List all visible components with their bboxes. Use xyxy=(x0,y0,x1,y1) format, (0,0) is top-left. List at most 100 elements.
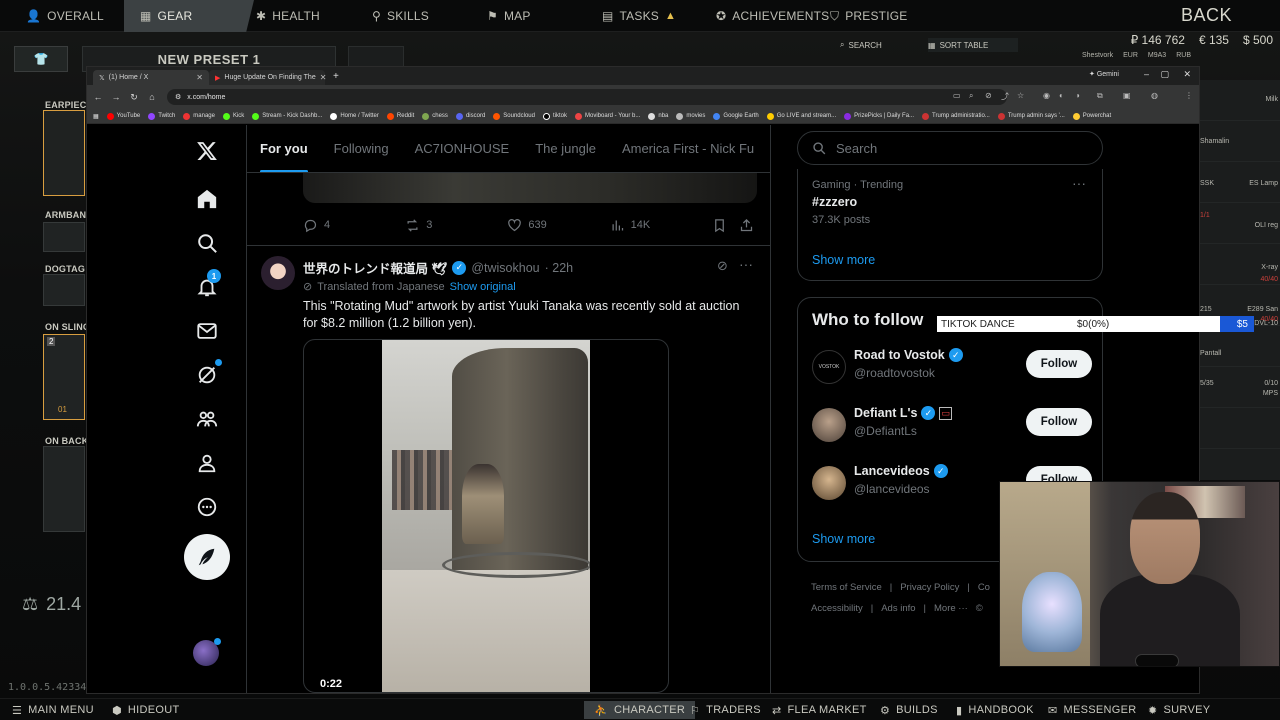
bookmark-google-earth[interactable]: Google Earth xyxy=(713,112,759,120)
avatar[interactable] xyxy=(812,408,846,442)
slot-sling[interactable]: 2 01 xyxy=(43,334,85,420)
bookmark-go-live[interactable]: Go LIVE and stream... xyxy=(766,112,836,120)
preset-toggle-button[interactable]: 👕 xyxy=(14,46,68,72)
close-window-icon[interactable]: ✕ xyxy=(1183,69,1191,80)
close-tab-icon[interactable]: ✕ xyxy=(196,73,203,82)
profile-icon[interactable] xyxy=(185,441,229,485)
bookmark-manage[interactable]: manage xyxy=(183,112,215,120)
eye-off-icon[interactable]: ⊘ xyxy=(985,91,992,100)
x-logo-icon[interactable] xyxy=(185,129,229,173)
bookmark-discord[interactable]: discord xyxy=(455,112,485,120)
zoom-icon[interactable]: ⌕ xyxy=(969,91,973,101)
tab-skills[interactable]: ⚲ SKILLS xyxy=(372,0,429,32)
extension-icon[interactable]: ◉ xyxy=(1043,91,1050,100)
reply-button[interactable]: 4 xyxy=(303,218,405,233)
like-button[interactable]: 639 xyxy=(507,218,609,233)
slot-back[interactable] xyxy=(43,446,85,532)
trends-show-more-link[interactable]: Show more xyxy=(812,253,875,267)
tab-map[interactable]: ⚑ MAP xyxy=(487,0,531,32)
kebab-menu-icon[interactable]: ⋮ xyxy=(1185,91,1193,100)
bookmark-twitch[interactable]: Twitch xyxy=(148,112,175,120)
account-avatar[interactable] xyxy=(193,638,221,666)
gemini-button[interactable]: ✦ Gemini xyxy=(1089,70,1119,78)
grok-explain-icon[interactable]: ⊘ xyxy=(717,258,728,274)
tweet[interactable]: 世界のトレンド報道局 🕊 ✓ @twisokhou · 22h ⊘ ··· ⊘ … xyxy=(247,245,770,693)
extension-icon[interactable]: ◑ xyxy=(1075,91,1080,100)
tweet-author-name[interactable]: 世界のトレンド報道局 🕊 xyxy=(303,258,447,277)
tab-gear[interactable]: ▦ GEAR xyxy=(124,0,254,32)
bookmark-nba[interactable]: nba xyxy=(648,112,668,120)
back-button[interactable]: BACK xyxy=(1181,5,1232,26)
forward-arrow-icon[interactable]: → xyxy=(107,92,125,102)
bookmark-powerchat[interactable]: Powerchat xyxy=(1072,112,1111,120)
grok-icon[interactable] xyxy=(185,353,229,397)
avatar[interactable] xyxy=(812,466,846,500)
tweet-avatar[interactable] xyxy=(261,256,295,290)
sidebar-icon[interactable]: ▣ xyxy=(1123,91,1131,100)
address-bar[interactable]: ⚙ x.com/home xyxy=(167,89,1007,105)
bookmark-trump-admin-1[interactable]: Trump administratio... xyxy=(922,112,990,120)
back-arrow-icon[interactable]: ← xyxy=(89,92,107,102)
share-button[interactable] xyxy=(739,218,759,233)
bookmark-kick[interactable]: Kick xyxy=(222,112,244,120)
tab-health[interactable]: ✱ HEALTH xyxy=(256,0,320,32)
survey-button[interactable]: ✹ SURVEY xyxy=(1148,701,1210,719)
tab-achievements[interactable]: ✪ ACHIEVEMENTS xyxy=(716,0,829,32)
tweet-video[interactable]: 0:22 xyxy=(303,339,669,693)
stash-grid[interactable]: Milk Shamalin SSK ES Lamp 1/1 OLI reg X-… xyxy=(1198,80,1280,480)
bookmark-movies[interactable]: movies xyxy=(676,112,705,120)
tab-ac7ionhouse[interactable]: AC7IONHOUSE xyxy=(402,125,523,172)
slot-armband[interactable] xyxy=(43,222,85,252)
maximize-icon[interactable]: ▢ xyxy=(1160,69,1169,80)
previous-post-media[interactable] xyxy=(303,173,757,203)
home-icon[interactable]: ⌂ xyxy=(143,92,161,102)
tweet-more-icon[interactable]: ··· xyxy=(739,256,753,272)
tab-following[interactable]: Following xyxy=(321,125,402,172)
close-tab-icon[interactable]: ✕ xyxy=(320,73,327,82)
character-button[interactable]: ⛹ CHARACTER xyxy=(584,701,696,719)
new-tab-button[interactable]: + xyxy=(333,71,339,82)
stash-search-button[interactable]: ⌕ SEARCH xyxy=(840,38,925,52)
bookmark-chess[interactable]: chess xyxy=(422,112,448,120)
traders-button[interactable]: ⚐ TRADERS xyxy=(690,701,761,719)
bookmark-soundcloud[interactable]: Soundcloud xyxy=(493,112,535,120)
avatar[interactable]: VOSTOK xyxy=(812,350,846,384)
star-icon[interactable]: ☆ xyxy=(1017,91,1024,100)
accessibility-link[interactable]: Accessibility xyxy=(811,603,863,614)
apps-icon[interactable]: ▦ xyxy=(93,113,99,120)
show-original-link[interactable]: Show original xyxy=(450,281,516,293)
tab-prestige[interactable]: ⛉ PRESTIGE xyxy=(830,0,907,32)
terms-link[interactable]: Terms of Service xyxy=(811,582,882,593)
profile-icon[interactable]: ◍ xyxy=(1151,91,1158,100)
messages-envelope-icon[interactable] xyxy=(185,309,229,353)
handbook-button[interactable]: ▮ HANDBOOK xyxy=(956,701,1034,719)
more-link[interactable]: More ··· xyxy=(934,603,968,614)
tab-america-first[interactable]: America First - Nick Fu xyxy=(609,125,767,172)
communities-icon[interactable] xyxy=(185,397,229,441)
minimize-icon[interactable]: – xyxy=(1144,69,1149,79)
follow-button[interactable]: Follow xyxy=(1026,408,1092,436)
slot-dogtag[interactable] xyxy=(43,274,85,306)
extensions-puzzle-icon[interactable]: ⧉ xyxy=(1097,91,1103,101)
bookmark-tiktok[interactable]: tiktok xyxy=(542,112,567,120)
post-button[interactable] xyxy=(184,534,230,580)
trend-more-icon[interactable]: ··· xyxy=(1072,175,1086,191)
bookmark-youtube[interactable]: YouTube xyxy=(106,112,140,120)
builds-button[interactable]: ⚙ BUILDS xyxy=(880,701,938,719)
who-to-follow-show-more-link[interactable]: Show more xyxy=(812,532,875,546)
tab-overall[interactable]: 👤 OVERALL xyxy=(26,0,104,32)
sort-table-button[interactable]: ▦ SORT TABLE xyxy=(928,38,1018,52)
tab-the-jungle[interactable]: The jungle xyxy=(522,125,609,172)
video-frame[interactable] xyxy=(382,340,590,692)
explore-search-icon[interactable] xyxy=(185,221,229,265)
x-search-input[interactable]: Search xyxy=(797,131,1103,165)
slot-earpiece[interactable] xyxy=(43,110,85,196)
extension-icon[interactable]: ◐ xyxy=(1059,91,1064,100)
bookmark-trump-admin-2[interactable]: Trump admin says '... xyxy=(997,112,1065,120)
bookmark-moviboard[interactable]: Moviboard - Your b... xyxy=(575,112,640,120)
tweet-time[interactable]: · 22h xyxy=(545,261,574,275)
bookmark-reddit[interactable]: Reddit xyxy=(386,112,414,120)
bookmark-button[interactable] xyxy=(712,218,740,233)
tab-tasks[interactable]: ▤ TASKS ▲ xyxy=(602,0,676,32)
trend-name[interactable]: #zzzero xyxy=(812,195,857,209)
